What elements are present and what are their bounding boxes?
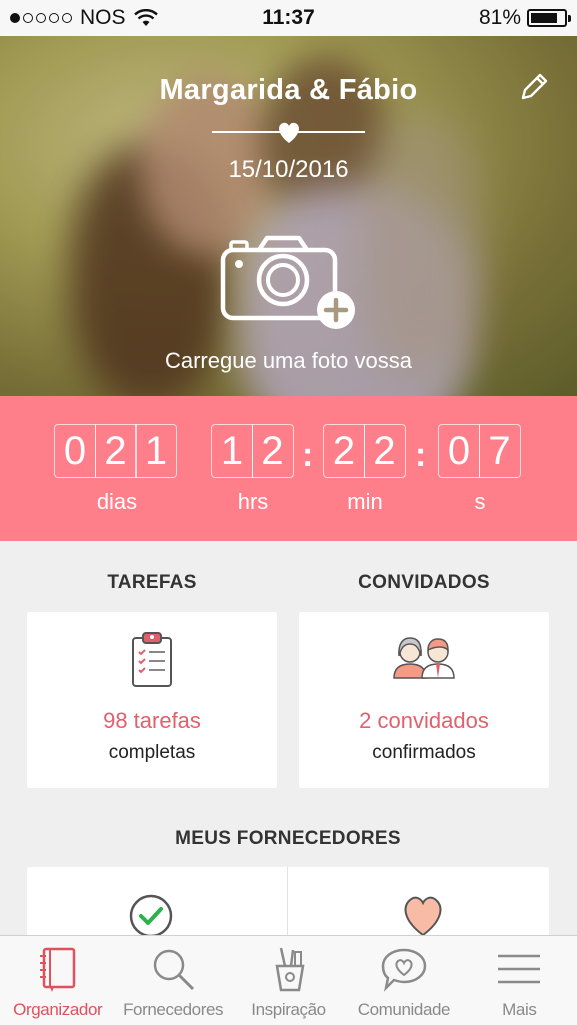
seconds-digit: 7 — [478, 424, 521, 478]
upload-photo-label[interactable]: Carregue uma foto vossa — [0, 348, 577, 374]
wedding-date: 15/10/2016 — [228, 156, 349, 183]
minutes-digit: 2 — [363, 424, 406, 478]
days-digit: 1 — [135, 424, 177, 478]
hours-digit: 1 — [211, 424, 253, 478]
status-bar: NOS 11:37 81% — [0, 0, 577, 36]
seconds-digit: 0 — [438, 424, 480, 478]
countdown-panel: 0 2 1 1 2 : 2 2 : 0 7 dias hrs min s — [0, 396, 577, 541]
days-label: dias — [96, 489, 138, 514]
hours-label: hrs — [237, 489, 269, 514]
tab-fornecedores[interactable]: Fornecedores — [115, 936, 230, 1025]
guests-card[interactable]: 2 convidados confirmados — [299, 612, 549, 788]
clipboard-checklist-icon — [132, 632, 172, 687]
pencil-cup-icon — [275, 947, 304, 992]
countdown-minutes: 2 2 — [323, 424, 406, 478]
heart-favorite-icon[interactable] — [400, 895, 446, 937]
tab-label: Inspiração — [251, 1000, 326, 1019]
camera-add-icon[interactable] — [219, 232, 359, 332]
heart-icon — [279, 122, 299, 143]
minutes-label: min — [347, 489, 383, 514]
hours-digit: 2 — [251, 424, 294, 478]
edit-pencil-icon[interactable] — [517, 70, 551, 104]
tab-label: Fornecedores — [123, 1000, 224, 1019]
tasks-status: completas — [108, 742, 196, 763]
minutes-digit: 2 — [323, 424, 365, 478]
tab-label: Mais — [502, 1000, 537, 1019]
tab-organizador[interactable]: Organizador — [0, 936, 115, 1025]
tab-comunidade[interactable]: Comunidade — [346, 936, 461, 1025]
signal-icon — [10, 13, 72, 23]
check-circle-icon[interactable] — [128, 893, 174, 939]
tab-bar: Organizador Fornecedores Inspiração Comu… — [0, 935, 577, 1025]
days-digit: 0 — [54, 424, 96, 478]
carrier-label: NOS — [80, 6, 126, 29]
guests-count: 2 convidados — [359, 708, 489, 733]
tab-mais[interactable]: Mais — [462, 936, 577, 1025]
vendors-heading: MEUS FORNECEDORES — [175, 828, 401, 849]
colon-separator: : — [415, 436, 427, 474]
couple-names: Margarida & Fábio — [159, 74, 418, 106]
hero-photo-area: Margarida & Fábio 15/10/2016 Carregue um… — [0, 36, 577, 396]
menu-icon — [498, 954, 541, 984]
tasks-card[interactable]: 98 tarefas completas — [27, 612, 277, 788]
countdown-days: 0 2 1 — [54, 424, 177, 478]
countdown-hours: 1 2 — [211, 424, 294, 478]
days-digit: 2 — [94, 424, 137, 478]
tab-inspiracao[interactable]: Inspiração — [231, 936, 346, 1025]
couple-avatars-icon — [393, 637, 455, 679]
colon-separator: : — [302, 436, 314, 474]
tab-label: Organizador — [13, 1000, 103, 1019]
seconds-label: s — [474, 489, 486, 514]
guests-status: confirmados — [372, 742, 476, 763]
search-icon — [153, 949, 195, 991]
guests-heading: CONVIDADOS — [358, 572, 490, 593]
tasks-count: 98 tarefas — [103, 708, 201, 733]
tasks-heading: TAREFAS — [107, 572, 197, 593]
battery-icon — [527, 9, 571, 27]
countdown-seconds: 0 7 — [438, 424, 521, 478]
notebook-icon — [39, 947, 75, 992]
tab-label: Comunidade — [357, 1000, 451, 1019]
battery-percent: 81% — [478, 6, 521, 29]
wifi-icon — [133, 9, 158, 26]
heart-divider — [212, 122, 365, 147]
chat-heart-icon — [381, 948, 427, 992]
